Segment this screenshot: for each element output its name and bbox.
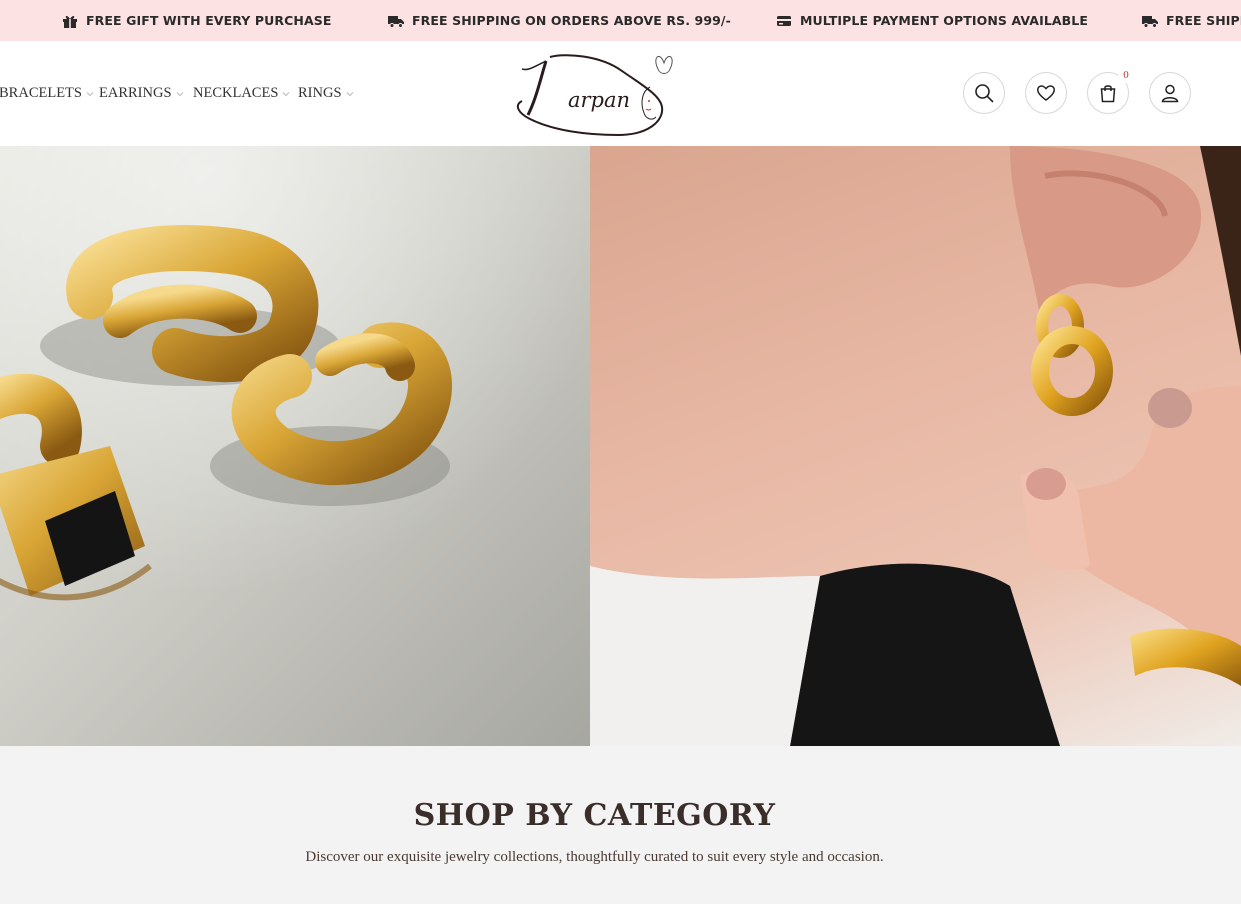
nav-item-earrings[interactable]: EARRINGS bbox=[99, 85, 184, 102]
user-icon bbox=[1161, 84, 1179, 103]
darpan-logo[interactable]: arpan bbox=[510, 47, 680, 139]
announcement-item: MULTIPLE PAYMENT OPTIONS AVAILABLE bbox=[776, 0, 1088, 41]
chevron-down-icon bbox=[283, 91, 290, 96]
model-photo bbox=[590, 146, 1241, 746]
announcement-item: FREE GIFT WITH EVERY PURCHASE bbox=[62, 0, 331, 41]
announcement-item: FREE SHIPPING ON ORDERS ABOVE RS. 999/- bbox=[1142, 0, 1241, 41]
account-button[interactable] bbox=[1149, 72, 1191, 114]
hero-image-model[interactable] bbox=[590, 146, 1241, 746]
nav-item-rings[interactable]: RINGS bbox=[298, 85, 354, 102]
svg-text:arpan: arpan bbox=[568, 88, 630, 112]
wishlist-button[interactable] bbox=[1025, 72, 1067, 114]
nav-item-label: BRACELETS bbox=[0, 85, 82, 101]
cart-button[interactable]: 0 bbox=[1087, 67, 1134, 114]
nav-item-label: RINGS bbox=[298, 85, 342, 101]
shop-by-category-section: SHOP BY CATEGORY Discover our exquisite … bbox=[0, 746, 1241, 904]
nav-item-bracelets[interactable]: BRACELETS bbox=[0, 85, 94, 102]
search-button[interactable] bbox=[963, 72, 1005, 114]
truck-icon bbox=[1142, 15, 1158, 28]
announcement-bar: FREE GIFT WITH EVERY PURCHASE FREE SHIPP… bbox=[0, 0, 1241, 41]
search-icon bbox=[975, 84, 994, 103]
earrings-photo bbox=[0, 146, 590, 746]
site-header: BRACELETS EARRINGS NECKLACES RINGS arpan… bbox=[0, 41, 1241, 146]
section-subtitle: Discover our exquisite jewelry collectio… bbox=[305, 849, 884, 865]
announcement-item: FREE SHIPPING ON ORDERS ABOVE RS. 999/- bbox=[388, 0, 731, 41]
nav-item-necklaces[interactable]: NECKLACES bbox=[193, 85, 290, 102]
heart-icon bbox=[1037, 85, 1055, 101]
shopping-bag-icon bbox=[1100, 85, 1116, 103]
announcement-text: FREE GIFT WITH EVERY PURCHASE bbox=[86, 13, 332, 28]
chevron-down-icon bbox=[346, 91, 353, 96]
hero-image-earrings[interactable] bbox=[0, 146, 590, 746]
announcement-text: FREE SHIPPING ON ORDERS ABOVE RS. 999/- bbox=[1166, 13, 1241, 28]
gift-icon bbox=[63, 15, 77, 28]
nav-item-label: EARRINGS bbox=[99, 85, 172, 101]
section-title: SHOP BY CATEGORY bbox=[413, 798, 776, 833]
cart-count-badge: 0 bbox=[1118, 67, 1134, 83]
chevron-down-icon bbox=[176, 91, 183, 96]
announcement-text: MULTIPLE PAYMENT OPTIONS AVAILABLE bbox=[800, 13, 1088, 28]
truck-icon bbox=[388, 15, 404, 28]
nav-item-label: NECKLACES bbox=[193, 85, 279, 101]
credit-card-icon bbox=[777, 15, 791, 26]
chevron-down-icon bbox=[86, 91, 94, 96]
announcement-text: FREE SHIPPING ON ORDERS ABOVE RS. 999/- bbox=[412, 13, 731, 28]
